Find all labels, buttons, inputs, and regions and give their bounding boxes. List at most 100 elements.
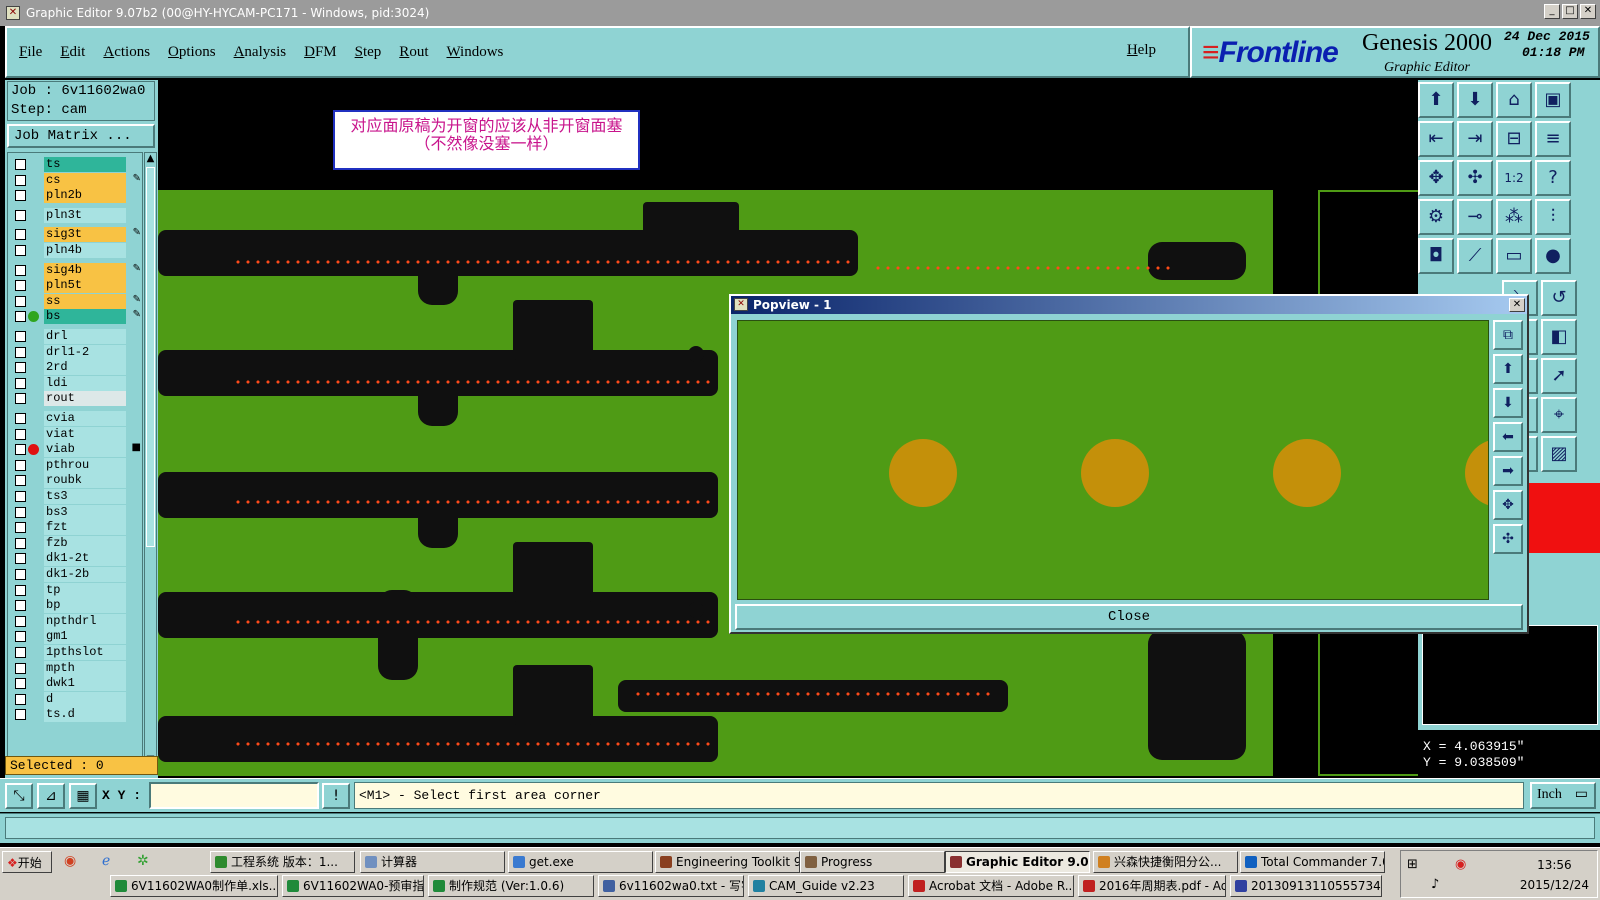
layer-checkbox[interactable] bbox=[15, 459, 26, 471]
taskbar-item[interactable]: 制作规范 (Ver:1.0.6) bbox=[428, 875, 594, 897]
layer-checkbox[interactable] bbox=[15, 491, 26, 502]
home-icon[interactable]: ⬆ bbox=[1418, 82, 1454, 118]
popview-zoom-icon[interactable]: ⧉ bbox=[1493, 320, 1523, 350]
menu-windows[interactable]: Windows bbox=[446, 44, 503, 61]
taskbar-item[interactable]: 6V11602WA0-预审指示... bbox=[282, 875, 424, 897]
popview-canvas[interactable] bbox=[737, 320, 1489, 600]
app-icon[interactable]: ✲ bbox=[137, 853, 149, 869]
browser-icon[interactable]: ◉ bbox=[64, 853, 76, 869]
layer-name[interactable]: tp bbox=[44, 582, 126, 598]
taskbar-item[interactable]: 6V11602WA0制作单.xls... bbox=[110, 875, 278, 897]
taskbar-item[interactable]: 计算器 bbox=[360, 851, 505, 873]
layer-name[interactable]: drl1-2 bbox=[44, 344, 126, 360]
layer-row[interactable]: npthdrl bbox=[8, 613, 144, 629]
layer-row[interactable]: drl bbox=[8, 329, 144, 344]
layer-name[interactable]: pln5t bbox=[44, 278, 126, 294]
close-window-button[interactable]: ✕ bbox=[1580, 4, 1596, 19]
layer-checkbox[interactable] bbox=[15, 311, 26, 323]
marker-icon[interactable]: ⌖ bbox=[1541, 397, 1577, 433]
layer-row[interactable]: cvia bbox=[8, 411, 144, 426]
layer-name[interactable]: ts.d bbox=[44, 707, 126, 723]
select-icon[interactable]: ➚ bbox=[1541, 358, 1577, 394]
grid-icon[interactable]: ▦ bbox=[69, 783, 97, 809]
layer-name[interactable]: drl bbox=[44, 329, 126, 344]
layer-row[interactable]: viat bbox=[8, 426, 144, 442]
help-icon[interactable]: ? bbox=[1535, 160, 1571, 196]
layer-row[interactable]: ss ✎ bbox=[8, 293, 144, 309]
layer-checkbox[interactable] bbox=[15, 600, 26, 612]
fit-icon[interactable]: ✥ bbox=[1418, 160, 1454, 196]
taskbar-item[interactable]: Graphic Editor 9.07... bbox=[945, 851, 1090, 873]
layer-scrollbar[interactable]: ▲ ▼ bbox=[144, 152, 157, 767]
layer-checkbox[interactable] bbox=[15, 428, 26, 440]
snap-icon[interactable]: ⊸ bbox=[1457, 199, 1493, 235]
layer-row[interactable]: dwk1 bbox=[8, 676, 144, 692]
menu-rout[interactable]: Rout bbox=[399, 44, 428, 61]
pan-icon[interactable]: ✣ bbox=[1457, 160, 1493, 196]
list-icon[interactable]: ≡ bbox=[1535, 121, 1571, 157]
menu-file[interactable]: File bbox=[19, 44, 42, 61]
ratio-icon[interactable]: 1:2 bbox=[1496, 160, 1532, 196]
maximize-button[interactable]: □ bbox=[1562, 4, 1578, 19]
layer-name[interactable]: bp bbox=[44, 598, 126, 614]
layer-checkbox[interactable] bbox=[15, 245, 26, 256]
layer-row[interactable]: gm1 bbox=[8, 629, 144, 645]
layer-name[interactable]: rout bbox=[44, 391, 126, 407]
layer-name[interactable]: sig4b bbox=[44, 262, 126, 278]
layer-row[interactable]: pln4b bbox=[8, 243, 144, 258]
layer-name[interactable]: bs bbox=[44, 309, 126, 325]
taskbar-item[interactable]: CAM_Guide v2.23 bbox=[748, 875, 904, 897]
layer-row[interactable]: 1pthslot bbox=[8, 645, 144, 660]
layer-checkbox[interactable] bbox=[15, 190, 26, 202]
export-icon[interactable]: ⇥ bbox=[1457, 121, 1493, 157]
layer-checkbox[interactable] bbox=[15, 647, 26, 658]
layer-row[interactable]: ts3 bbox=[8, 489, 144, 504]
layer-name[interactable]: dwk1 bbox=[44, 676, 126, 692]
measure-icon[interactable]: ⊿ bbox=[37, 783, 65, 809]
layer-checkbox[interactable] bbox=[15, 631, 26, 643]
layer-checkbox[interactable] bbox=[15, 264, 26, 276]
scroll-thumb[interactable] bbox=[146, 167, 155, 547]
layer-name[interactable]: mpth bbox=[44, 660, 126, 676]
layer-row[interactable]: pln3t bbox=[8, 207, 144, 223]
layer-name[interactable]: viab bbox=[44, 442, 126, 458]
layer-row[interactable]: mpth bbox=[8, 660, 144, 676]
tray-app-icon[interactable]: ◉ bbox=[1455, 857, 1466, 872]
taskbar-item[interactable]: Acrobat 文档 - Adobe R... bbox=[908, 875, 1074, 897]
open-icon[interactable]: ⇤ bbox=[1418, 121, 1454, 157]
layer-name[interactable]: pln3t bbox=[44, 207, 126, 223]
layer-row[interactable]: d bbox=[8, 691, 144, 707]
layer-row[interactable]: sig3t ✎ bbox=[8, 227, 144, 243]
layer-checkbox[interactable] bbox=[15, 615, 26, 627]
taskbar-item[interactable]: 兴森快捷衡阳分公... bbox=[1093, 851, 1238, 873]
minimize-button[interactable]: _ bbox=[1544, 4, 1560, 19]
taskbar-item[interactable]: 20130913110555734.rtf... bbox=[1230, 875, 1382, 897]
layer-row[interactable]: dk1-2b bbox=[8, 567, 144, 582]
layer-name[interactable]: npthdrl bbox=[44, 613, 126, 629]
layer-checkbox[interactable] bbox=[15, 537, 26, 549]
layer-row[interactable]: pln2b bbox=[8, 188, 144, 204]
layer-checkbox[interactable] bbox=[15, 584, 26, 596]
popview-down-icon[interactable]: ⬇ bbox=[1493, 388, 1523, 418]
layer-row[interactable]: roubk bbox=[8, 473, 144, 489]
layer-row[interactable]: drl1-2 bbox=[8, 344, 144, 360]
layer-name[interactable]: sig3t bbox=[44, 227, 126, 243]
layer-name[interactable]: ldi bbox=[44, 375, 126, 391]
layer-checkbox[interactable] bbox=[15, 475, 26, 487]
layer-name[interactable]: dk1-2b bbox=[44, 567, 126, 582]
curve-icon[interactable]: ↺ bbox=[1541, 280, 1577, 316]
layer-row[interactable]: pln5t bbox=[8, 278, 144, 294]
layer-name[interactable]: cs bbox=[44, 172, 126, 188]
popview-left-icon[interactable]: ⬅ bbox=[1493, 422, 1523, 452]
layer-row[interactable]: ts.d bbox=[8, 707, 144, 723]
layer-name[interactable]: gm1 bbox=[44, 629, 126, 645]
layer-name[interactable]: d bbox=[44, 691, 126, 707]
layer-name[interactable]: bs3 bbox=[44, 504, 126, 520]
film-icon[interactable]: ◘ bbox=[1418, 238, 1454, 274]
layer-checkbox[interactable] bbox=[15, 693, 26, 705]
taskbar-item[interactable]: 6v11602wa0.txt - 写字板 bbox=[598, 875, 744, 897]
layer-row[interactable]: 2rd bbox=[8, 360, 144, 376]
ie-icon[interactable]: ℯ bbox=[102, 853, 110, 869]
layer-checkbox[interactable] bbox=[15, 522, 26, 534]
layer-row[interactable]: ts bbox=[8, 157, 144, 172]
